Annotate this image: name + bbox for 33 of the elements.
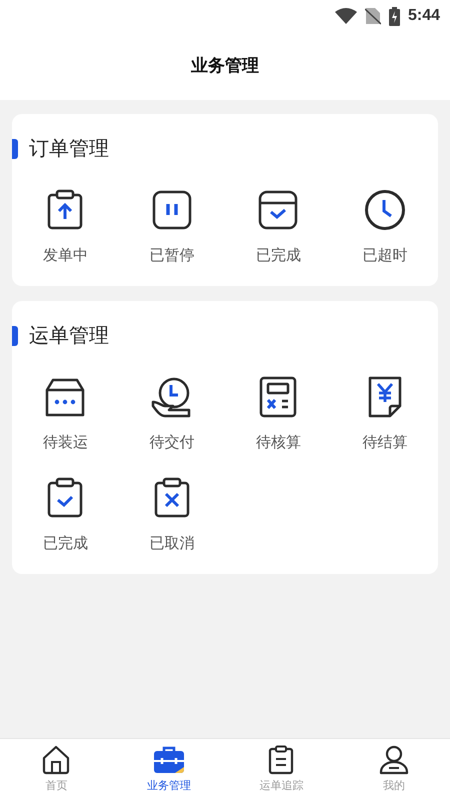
menu-item[interactable]: 待结算 — [332, 374, 438, 454]
menu-item[interactable]: 已取消 — [118, 476, 225, 556]
calculator-icon — [259, 376, 298, 418]
menu-item[interactable]: 待交付 — [118, 374, 225, 454]
clipboard-icon — [268, 745, 294, 776]
menu-item[interactable]: 已暂停 — [118, 188, 225, 268]
menu-item[interactable]: 已超时 — [332, 188, 438, 268]
menu-item[interactable]: 发单中 — [12, 188, 118, 268]
clipboard-check-icon — [46, 477, 84, 519]
wifi-icon — [334, 8, 357, 24]
clipboard-cross-icon — [152, 477, 191, 519]
accent-bar — [12, 326, 18, 346]
briefcase-icon — [152, 745, 185, 776]
hand-clock-icon — [150, 376, 193, 418]
accent-bar — [12, 139, 18, 159]
home-icon — [41, 745, 72, 776]
battery-charging-icon — [388, 6, 400, 26]
clock-icon — [364, 189, 406, 231]
user-icon — [378, 745, 409, 776]
menu-item[interactable]: 待核算 — [225, 374, 332, 454]
menu-item[interactable]: 已完成 — [12, 476, 118, 556]
section-title: 订单管理 — [29, 137, 109, 162]
page-title: 业务管理 — [191, 55, 259, 78]
status-time: 5:44 — [408, 6, 440, 26]
section-title: 运单管理 — [29, 324, 109, 348]
menu-item[interactable]: 待装运 — [12, 374, 118, 454]
calendar-check-icon — [258, 190, 298, 230]
box-icon — [45, 376, 86, 416]
tab[interactable]: 业务管理 — [112, 739, 225, 800]
menu-item[interactable]: 已完成 — [225, 188, 332, 268]
no-sim-icon — [364, 7, 381, 25]
clipboard-up-arrow-icon — [46, 189, 84, 231]
pause-icon — [152, 190, 192, 230]
